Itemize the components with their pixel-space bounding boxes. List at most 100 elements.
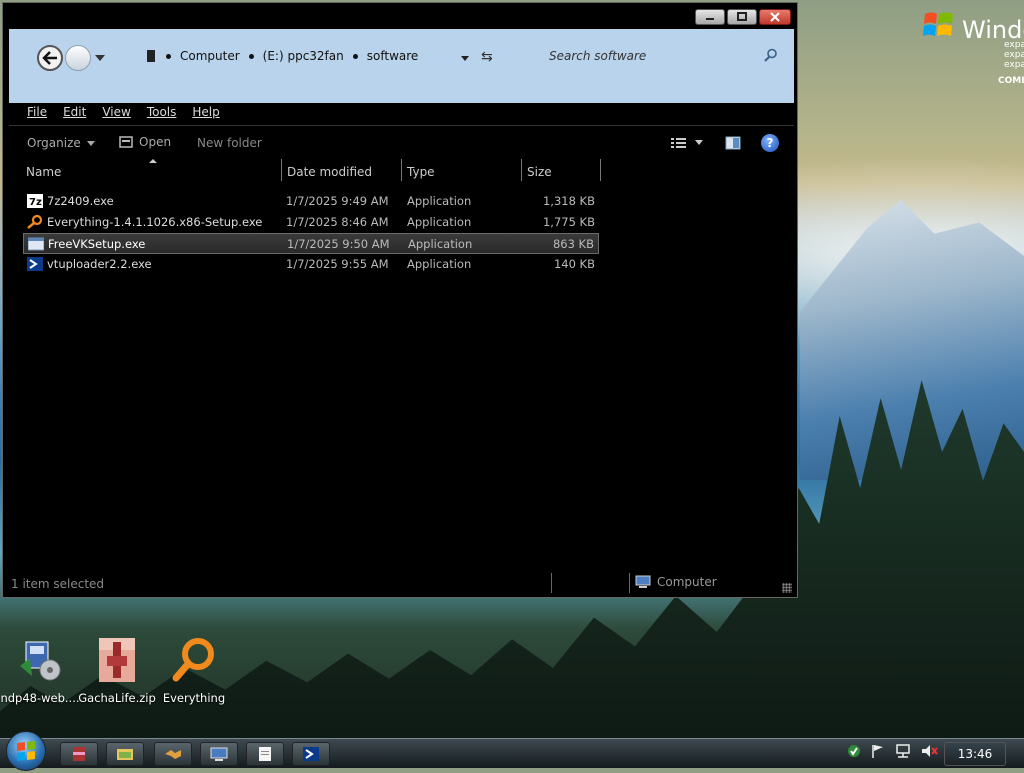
desktop-icon-gachalife[interactable]: GachaLife.zip: [77, 636, 157, 705]
file-type: Application: [408, 237, 473, 251]
search-input[interactable]: Search software: [549, 49, 646, 63]
file-row[interactable]: Everything-1.4.1.1026.x86-Setup.exe 1/7/…: [23, 212, 599, 233]
search-icon[interactable]: [764, 48, 778, 62]
menu-view[interactable]: View: [102, 105, 130, 125]
vt-icon: [303, 747, 319, 761]
file-size: 1,775 KB: [542, 215, 595, 229]
zone-label: Computer: [657, 575, 717, 589]
column-type[interactable]: Type: [407, 165, 435, 179]
status-bar: 1 item selected Computer: [9, 573, 794, 595]
remote-desktop-icon: [210, 747, 228, 761]
column-divider[interactable]: [401, 159, 402, 181]
file-row[interactable]: 7z 7z2409.exe 1/7/2025 9:49 AM Applicati…: [23, 191, 599, 212]
column-divider[interactable]: [281, 159, 282, 181]
organize-button[interactable]: Organize: [27, 136, 95, 150]
menu-file[interactable]: File: [27, 105, 47, 125]
taskbar-winrar[interactable]: [60, 742, 98, 766]
7zip-icon: 7z: [27, 194, 43, 208]
security-check-icon[interactable]: [846, 743, 862, 759]
close-button[interactable]: [759, 9, 791, 25]
back-button[interactable]: [37, 45, 63, 71]
taskbar-notepad[interactable]: [246, 742, 284, 766]
volume-muted-icon[interactable]: [920, 743, 938, 759]
title-bar[interactable]: [3, 3, 797, 29]
desktop-icon-everything[interactable]: Everything: [154, 636, 234, 705]
open-label: Open: [139, 135, 172, 149]
menu-edit[interactable]: Edit: [63, 105, 86, 125]
computer-crumb-icon: [147, 50, 155, 62]
menu-help[interactable]: Help: [192, 105, 219, 125]
notepad-icon: [259, 747, 271, 761]
open-icon: [119, 136, 133, 148]
history-dropdown-icon[interactable]: [95, 55, 105, 61]
new-folder-button[interactable]: New folder: [197, 136, 262, 150]
file-row-selected[interactable]: FreeVKSetup.exe 1/7/2025 9:50 AM Applica…: [23, 233, 599, 254]
file-row[interactable]: vtuploader2.2.exe 1/7/2025 9:55 AM Appli…: [23, 254, 599, 275]
windows-logo: Windo expa expa expa COMI: [920, 6, 1024, 88]
network-icon[interactable]: [894, 743, 912, 759]
logo-subtext-1: expa: [1004, 40, 1024, 50]
taskbar-explorer[interactable]: [106, 742, 144, 766]
file-name: 7z2409.exe: [47, 194, 114, 208]
column-divider[interactable]: [600, 159, 601, 181]
explorer-window: Computer (E:) ppc32fan software ⇆ Search…: [2, 2, 798, 598]
file-date: 1/7/2025 8:46 AM: [286, 215, 389, 229]
computer-icon: [635, 575, 651, 588]
taskbar-handshake[interactable]: [154, 742, 192, 766]
desktop-icon-label: ndp48-web....: [0, 691, 80, 705]
explorer-icon: [117, 749, 133, 760]
views-button[interactable]: [671, 137, 703, 149]
menu-tools[interactable]: Tools: [147, 105, 177, 125]
preview-pane-icon[interactable]: [725, 135, 741, 151]
chevron-down-icon: [695, 140, 703, 145]
file-size: 1,318 KB: [542, 194, 595, 208]
action-flag-icon[interactable]: [870, 743, 886, 759]
open-button[interactable]: Open: [119, 135, 171, 149]
maximize-button[interactable]: [727, 9, 757, 25]
menu-bar: File Edit View Tools Help: [9, 105, 794, 125]
taskbar-vtuploader[interactable]: [292, 742, 330, 766]
column-name[interactable]: Name: [26, 165, 61, 179]
handshake-icon: [165, 750, 181, 759]
menu-divider: [9, 125, 794, 126]
winrar-icon: [73, 747, 85, 761]
refresh-icon[interactable]: ⇆: [481, 49, 493, 65]
status-divider: [629, 573, 630, 593]
resize-grip[interactable]: [782, 583, 792, 593]
file-name: FreeVKSetup.exe: [48, 237, 146, 251]
view-list-icon: [671, 138, 686, 148]
breadcrumb-computer[interactable]: Computer: [180, 49, 240, 63]
help-icon[interactable]: ?: [761, 134, 779, 152]
desktop-icon-label: Everything: [162, 691, 226, 705]
arrow-left-icon: [42, 51, 57, 65]
file-date: 1/7/2025 9:50 AM: [287, 237, 390, 251]
sort-ascending-icon: [149, 159, 157, 163]
breadcrumb-drive[interactable]: (E:) ppc32fan: [263, 49, 344, 63]
svg-text:7z: 7z: [29, 197, 42, 208]
file-type: Application: [407, 215, 472, 229]
clock[interactable]: 13:46: [944, 742, 1006, 766]
minimize-button[interactable]: [695, 9, 725, 25]
status-divider: [551, 573, 552, 593]
file-date: 1/7/2025 9:49 AM: [286, 194, 389, 208]
breadcrumb-separator[interactable]: [166, 53, 171, 59]
selection-status: 1 item selected: [11, 577, 105, 591]
notification-area: [846, 743, 938, 759]
column-size[interactable]: Size: [527, 165, 552, 179]
column-divider[interactable]: [521, 159, 522, 181]
taskbar-remote[interactable]: [200, 742, 238, 766]
breadcrumb-separator[interactable]: [352, 53, 358, 59]
address-dropdown-icon[interactable]: [461, 56, 469, 61]
desktop-icon-ndp48[interactable]: ndp48-web....: [0, 636, 80, 705]
logo-subtext-2: expa: [1004, 50, 1024, 60]
file-size: 140 KB: [553, 257, 595, 271]
file-date: 1/7/2025 9:55 AM: [286, 257, 389, 271]
breadcrumb-separator[interactable]: [248, 53, 254, 59]
column-date[interactable]: Date modified: [287, 165, 372, 179]
file-type: Application: [407, 257, 472, 271]
start-button[interactable]: [6, 731, 46, 771]
forward-button[interactable]: [65, 45, 91, 71]
breadcrumb-folder[interactable]: software: [367, 49, 419, 63]
taskbar: 13:46: [0, 731, 1024, 771]
logo-subtext-4: COMI: [998, 76, 1024, 86]
